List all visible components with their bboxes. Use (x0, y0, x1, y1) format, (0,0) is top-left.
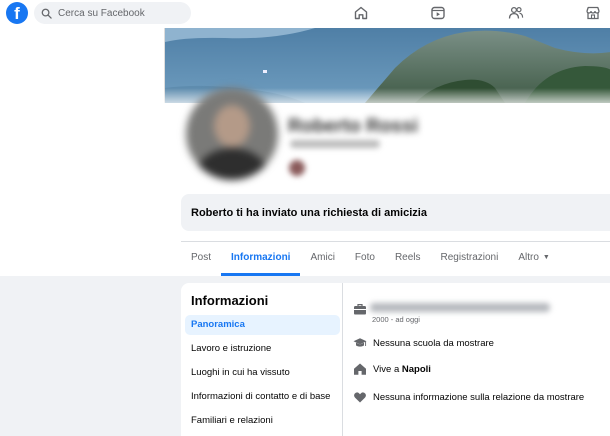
tab-registrazioni[interactable]: Registrazioni (431, 242, 509, 276)
profile-subline-blurred (290, 140, 380, 148)
briefcase-icon (354, 304, 366, 315)
search-bar[interactable]: Cerca su Facebook (34, 2, 191, 24)
about-menu-lavoro-istruzione[interactable]: Lavoro e istruzione (185, 339, 340, 359)
friend-request-banner: Roberto ti ha inviato una richiesta di a… (181, 194, 610, 231)
heart-icon (354, 392, 366, 403)
caret-down-icon: ▼ (542, 254, 550, 261)
about-menu-luoghi[interactable]: Luoghi in cui ha vissuto (185, 363, 340, 383)
search-icon (41, 8, 52, 19)
tab-amici[interactable]: Amici (300, 242, 344, 276)
about-menu-familiari[interactable]: Familiari e relazioni (185, 411, 340, 431)
lives-in-prefix: Vive a (373, 363, 402, 375)
about-menu-contatto[interactable]: Informazioni di contatto e di base (185, 387, 340, 407)
marketplace-icon[interactable] (585, 5, 601, 21)
tab-altro[interactable]: Altro ▼ (508, 242, 560, 276)
graduation-cap-icon (353, 338, 367, 347)
home-icon (354, 363, 366, 375)
friend-request-text: Roberto ti ha inviato una richiesta di a… (191, 207, 427, 219)
relationship-text: Nessuna informazione sulla relazione da … (373, 391, 585, 403)
search-input[interactable]: Cerca su Facebook (58, 8, 145, 19)
workplace-blurred (370, 303, 550, 312)
profile-picture[interactable] (186, 88, 278, 180)
tab-post[interactable]: Post (181, 242, 221, 276)
about-sidebar: Informazioni Panoramica Lavoro e istruzi… (181, 283, 343, 436)
tab-informazioni[interactable]: Informazioni (221, 242, 301, 276)
school-row: Nessuna scuola da mostrare (353, 336, 494, 350)
relationship-row: Nessuna informazione sulla relazione da … (353, 390, 584, 404)
profile-name: Roberto Rossi (288, 116, 418, 137)
facebook-logo[interactable]: f (6, 2, 28, 24)
home-icon[interactable] (353, 5, 369, 21)
mutual-friend-avatar (289, 160, 305, 176)
about-menu-panoramica[interactable]: Panoramica (185, 315, 340, 335)
friends-icon[interactable] (508, 5, 524, 21)
lives-in-row: Vive a Napoli (353, 362, 431, 376)
about-title: Informazioni (191, 293, 269, 308)
school-text: Nessuna scuola da mostrare (373, 337, 494, 349)
tab-foto[interactable]: Foto (345, 242, 385, 276)
video-icon[interactable] (430, 5, 446, 21)
top-navigation-bar: f Cerca su Facebook (0, 0, 610, 28)
work-since: 2000 - ad oggi (372, 315, 420, 324)
about-card: Informazioni Panoramica Lavoro e istruzi… (181, 283, 610, 436)
tab-reels[interactable]: Reels (385, 242, 431, 276)
lives-in-city-link[interactable]: Napoli (402, 364, 431, 375)
profile-tabs: Post Informazioni Amici Foto Reels Regis… (181, 242, 560, 276)
